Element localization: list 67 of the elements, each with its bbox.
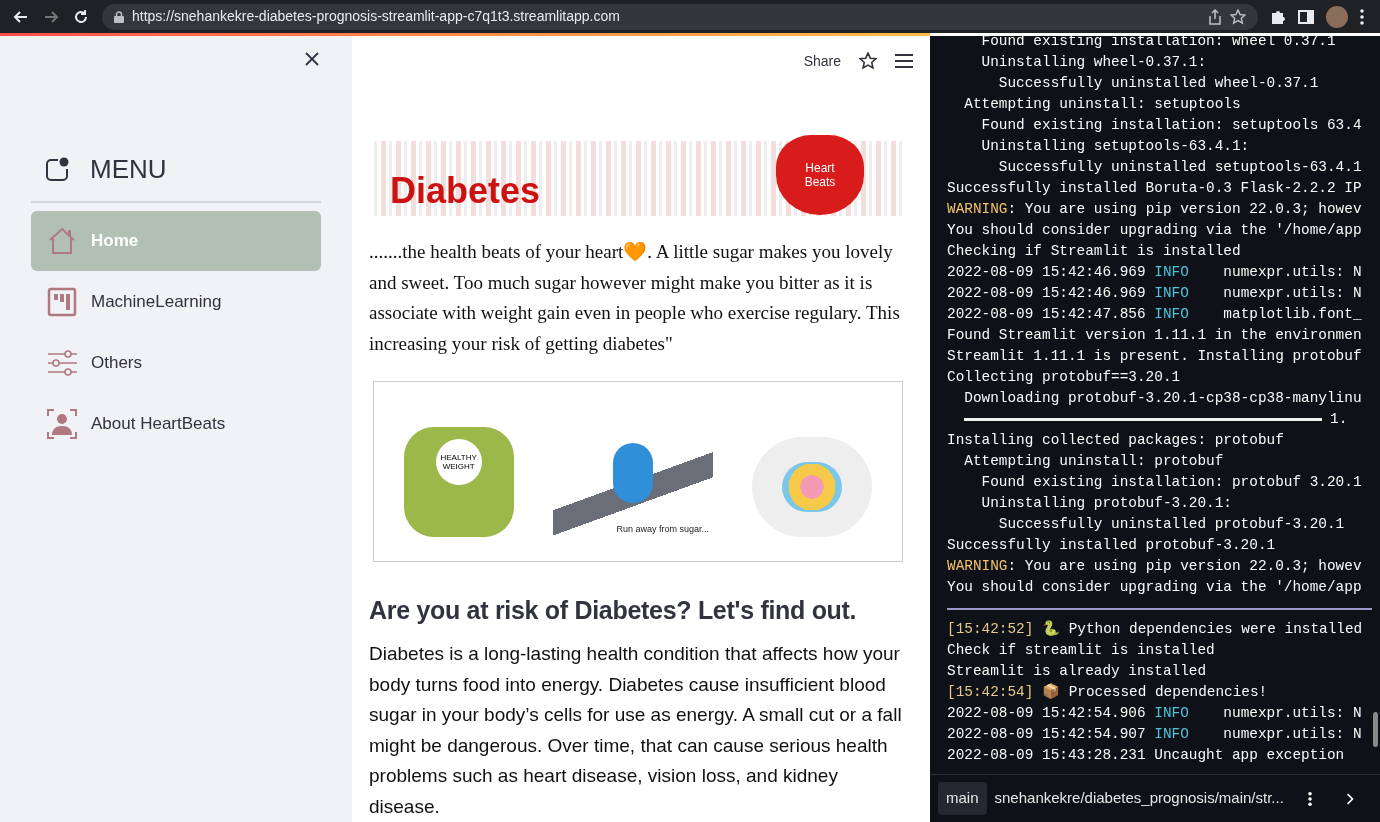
- sliders-icon: [47, 350, 77, 376]
- menu-title: MENU: [90, 153, 167, 186]
- log-line: 2022-08-09 15:42:54.907 INFO numexpr.utils: N: [947, 725, 1362, 744]
- house-icon: [47, 227, 77, 255]
- log-line: Successfully installed protobuf-3.20.1: [947, 536, 1276, 555]
- menu-item[interactable]: MachineLearning: [31, 272, 321, 332]
- scrollbar-thumb[interactable]: [1373, 712, 1378, 747]
- log-line: 2022-08-09 15:42:54.906 INFO numexpr.utils: N: [947, 704, 1362, 723]
- body-paragraph: Diabetes is a long-lasting health condition that affects how your body turns food into energy. Diabetes cause insufficient blood sugar in your body’s cells for use as energy. A small cut or a fall might be dangerous. Over time, that can cause serious health problems such as heart disease, vision loss, and kidney disease.: [369, 642, 903, 819]
- kanban-board-icon: [47, 287, 77, 317]
- quote-paragraph: .......the health beats of your heart🧡. A little sugar makes you lovely and sweet. Too much sugar however might make you bitter as it is associate with weight gain even in people who exercise regulary. This increasing your risk of getting diabetes": [369, 240, 901, 356]
- lock-icon: [114, 10, 124, 23]
- log-line: Streamlit 1.11.1 is present. Installing protobuf: [947, 347, 1362, 366]
- log-line: [15:42:52] 🐍 Python dependencies were installed: [947, 619, 1363, 639]
- log-line: Uninstalling protobuf-3.20.1:: [980, 494, 1232, 513]
- log-line: 2022-08-09 15:42:47.856 INFO matplotlib.font_: [947, 305, 1362, 324]
- menu-logo-icon: [44, 156, 70, 183]
- log-line: Uninstalling wheel-0.37.1:: [980, 53, 1207, 72]
- star-icon[interactable]: [859, 52, 877, 71]
- banner-title: Diabetes: [390, 169, 541, 214]
- kebab-menu-icon[interactable]: [1360, 8, 1364, 25]
- progress-reading: 1.: [1330, 410, 1348, 429]
- kebab-menu-icon[interactable]: [1307, 789, 1312, 808]
- log-line: Found Streamlit version 1.11.1 in the environmen: [947, 326, 1362, 345]
- heart-logo-text: Heart Beats: [803, 161, 837, 190]
- close-icon[interactable]: [305, 52, 319, 66]
- avatar[interactable]: [1326, 5, 1348, 28]
- scale-label: HEALTHY WEIGHT: [435, 438, 482, 485]
- log-line: Streamlit is already installed: [947, 662, 1207, 681]
- log-line: 2022-08-09 15:43:28.231 Uncaught app exception: [947, 746, 1345, 765]
- log-line: You should consider upgrading via the '/home/app: [947, 221, 1362, 240]
- log-line: 2022-08-09 15:42:46.969 INFO numexpr.utils: N: [947, 263, 1362, 282]
- log-line: Downloading protobuf-3.20.1-cp38-cp38-manylinu: [963, 389, 1362, 408]
- log-line: Attempting uninstall: protobuf: [963, 452, 1224, 471]
- url-text: https://snehankekre-diabetes-prognosis-streamlit-app-c7q1t3.streamlitapp.com: [132, 7, 621, 26]
- star-icon[interactable]: [1230, 8, 1246, 25]
- log-line: Successfully installed Boruta-0.3 Flask-2.2.2 IP: [947, 179, 1362, 198]
- repo-path: snehankekre/diabetes_prognosis/main/str...: [994, 788, 1284, 809]
- share-button[interactable]: Share: [803, 50, 841, 72]
- menu-icon[interactable]: [895, 54, 913, 69]
- log-line: Attempting uninstall: setuptools: [963, 95, 1241, 114]
- log-line: Successfully uninstalled setuptools-63.4.1: [997, 158, 1362, 177]
- person-scan-icon: [47, 409, 77, 439]
- log-line: WARNING: You are using pip version 22.0.3; howev: [947, 200, 1362, 219]
- log-line: Successfully uninstalled wheel-0.37.1: [997, 74, 1319, 93]
- log-line: Checking if Streamlit is installed: [947, 242, 1241, 261]
- log-line: 2022-08-09 15:42:46.969 INFO numexpr.utils: N: [947, 284, 1362, 303]
- log-line: You should consider upgrading via the '/home/app: [947, 578, 1362, 597]
- log-line: Check if streamlit is installed: [947, 641, 1215, 660]
- branch-chip[interactable]: main: [938, 782, 987, 815]
- log-line: [15:42:54] 📦 Processed dependencies!: [947, 682, 1268, 702]
- log-line: Found existing installation: protobuf 3.20.1: [980, 473, 1362, 492]
- log-line: WARNING: You are using pip version 22.0.3; howev: [947, 557, 1362, 576]
- address-bar[interactable]: https://snehankekre-diabetes-prognosis-streamlit-app-c7q1t3.streamlitapp.com: [102, 3, 1258, 30]
- reload-icon[interactable]: [72, 7, 90, 26]
- log-line: Successfully uninstalled protobuf-3.20.1: [997, 515, 1345, 534]
- side-panel-icon[interactable]: [1298, 9, 1314, 24]
- menu-item[interactable]: Others: [31, 333, 321, 393]
- puzzle-icon[interactable]: [1270, 8, 1286, 25]
- share-icon[interactable]: [1208, 8, 1222, 25]
- section-heading: Are you at risk of Diabetes? Let's find out.: [369, 594, 858, 626]
- log-line: Uninstalling setuptools-63.4.1:: [980, 137, 1250, 156]
- menu-item[interactable]: About HeartBeats: [31, 394, 321, 454]
- log-line: Found existing installation: setuptools 63.4: [980, 116, 1362, 135]
- log-line: Collecting protobuf==3.20.1: [947, 368, 1181, 387]
- illustration-caption: Run away from sugar...: [616, 523, 709, 536]
- log-line: Installing collected packages: protobuf: [947, 431, 1284, 450]
